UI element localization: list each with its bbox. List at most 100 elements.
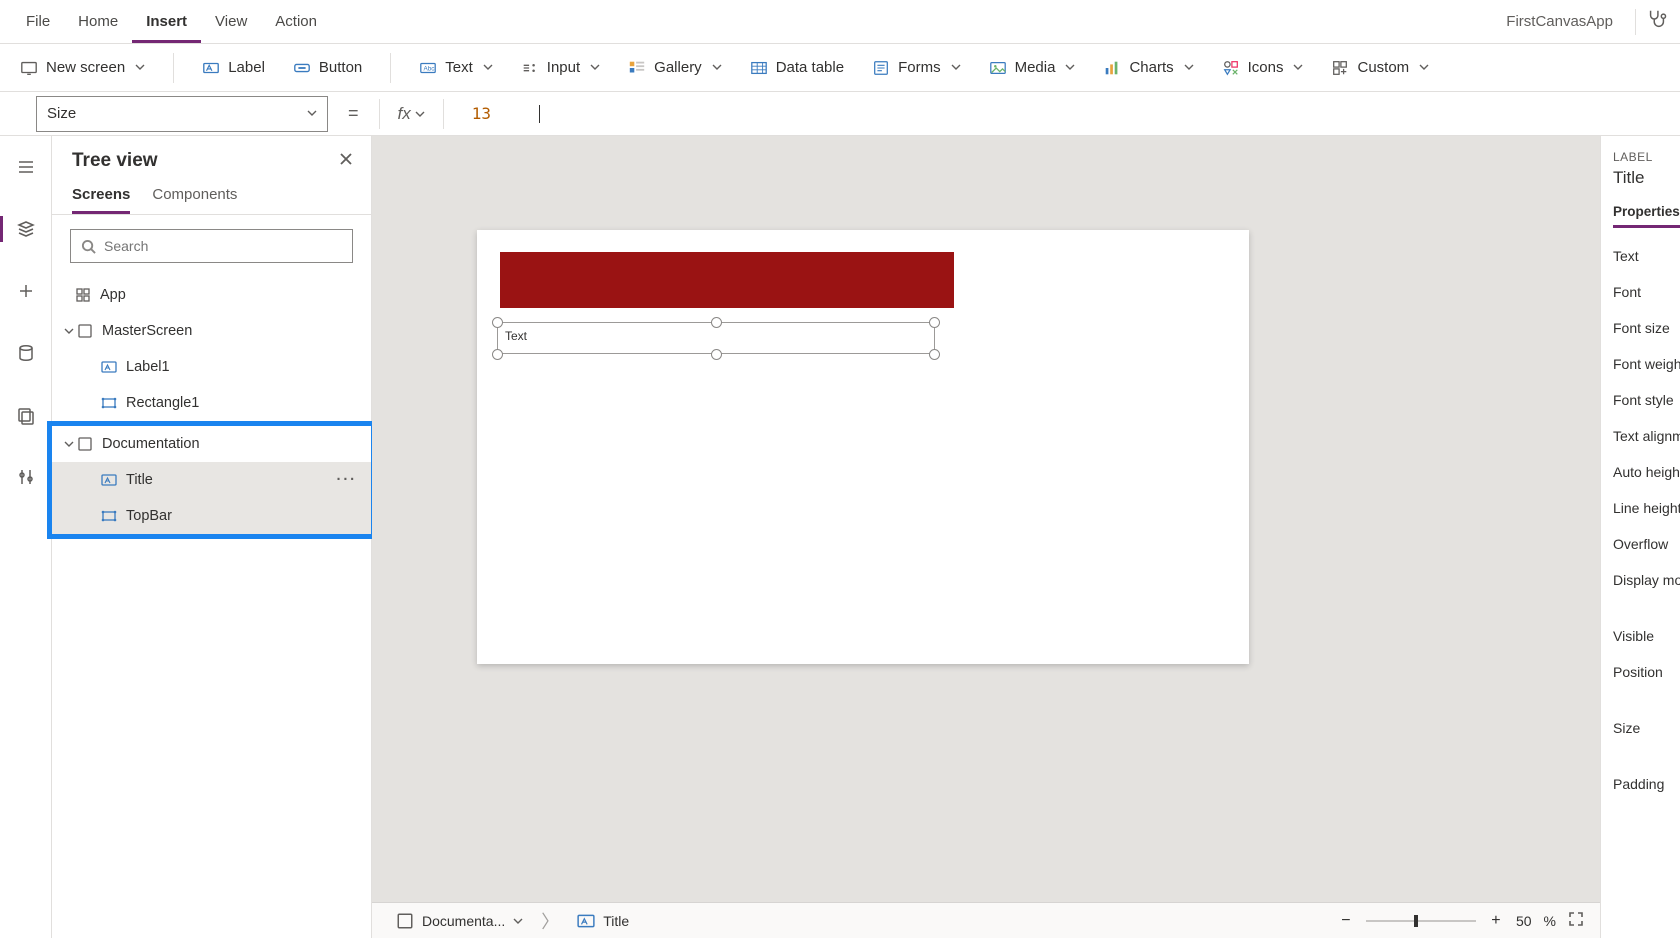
svg-text:Abc: Abc (424, 65, 435, 72)
property-row[interactable]: Font (1613, 284, 1680, 300)
insert-gallery-menu[interactable]: Gallery (628, 59, 722, 77)
text-icon: Abc (419, 59, 437, 77)
tab-components[interactable]: Components (152, 186, 237, 214)
insert-input-menu[interactable]: Input (521, 59, 600, 77)
menu-home[interactable]: Home (64, 0, 132, 43)
chevron-down-icon (415, 104, 425, 124)
breadcrumb-control[interactable]: Title (569, 912, 637, 930)
ribbon: New screen Label Button Abc Text Input G… (0, 44, 1680, 92)
highlight-box: Documentation Title ··· TopBar (47, 421, 376, 539)
tree-node-label1[interactable]: Label1 (52, 349, 371, 385)
property-row[interactable]: Position (1613, 664, 1680, 680)
insert-label-text: Label (228, 59, 265, 76)
tab-screens[interactable]: Screens (72, 186, 130, 214)
zoom-in-button[interactable]: + (1488, 912, 1504, 930)
formula-bar: Size = fx 13 (0, 92, 1680, 136)
rail-hamburger[interactable] (6, 150, 46, 184)
chevron-down-icon[interactable] (62, 326, 76, 336)
property-selector[interactable]: Size (36, 96, 328, 132)
chevron-down-icon (1419, 59, 1429, 76)
zoom-out-button[interactable]: − (1338, 912, 1354, 930)
canvas-stage[interactable]: Text (372, 136, 1600, 902)
insert-forms-menu[interactable]: Forms (872, 59, 961, 77)
tree-view-title: Tree view (72, 150, 158, 172)
app-name: FirstCanvasApp (1506, 13, 1625, 30)
property-row[interactable]: Text alignme (1613, 428, 1680, 444)
tree-node-title[interactable]: Title ··· (52, 462, 371, 498)
breadcrumb-screen[interactable]: Documenta... (388, 912, 531, 930)
property-row[interactable]: Display mod (1613, 572, 1680, 588)
property-row[interactable]: Visible (1613, 628, 1680, 644)
chevron-down-icon (1184, 59, 1194, 76)
menu-file[interactable]: File (12, 0, 64, 43)
tree-node-topbar[interactable]: TopBar (52, 498, 371, 534)
insert-icons-menu[interactable]: Icons (1222, 59, 1304, 77)
close-icon[interactable] (339, 152, 353, 171)
property-row[interactable]: Text (1613, 248, 1680, 264)
property-row[interactable]: Font style (1613, 392, 1680, 408)
chevron-down-icon (951, 59, 961, 76)
resize-handle[interactable] (929, 317, 940, 328)
insert-button-button[interactable]: Button (293, 59, 362, 77)
zoom-slider[interactable] (1366, 920, 1476, 922)
property-row[interactable]: Line height (1613, 500, 1680, 516)
properties-pane: LABEL Title Properties TextFontFont size… (1600, 136, 1680, 938)
property-selector-value: Size (47, 105, 76, 122)
fit-to-window-icon[interactable] (1568, 911, 1584, 930)
property-row[interactable]: Font size (1613, 320, 1680, 336)
label-icon (100, 471, 118, 489)
resize-handle[interactable] (492, 317, 503, 328)
rail-advanced[interactable] (6, 460, 46, 494)
menu-bar: File Home Insert View Action FirstCanvas… (0, 0, 1680, 44)
insert-charts-menu[interactable]: Charts (1103, 59, 1193, 77)
menu-action[interactable]: Action (261, 0, 331, 43)
insert-datatable-button[interactable]: Data table (750, 59, 844, 77)
resize-handle[interactable] (492, 349, 503, 360)
fx-icon: fx (398, 104, 411, 124)
property-row[interactable]: Font weight (1613, 356, 1680, 372)
chevron-down-icon[interactable] (62, 439, 76, 449)
tree-search-input[interactable] (104, 238, 342, 254)
property-row[interactable]: Size (1613, 720, 1680, 736)
menu-insert[interactable]: Insert (132, 0, 201, 43)
tree: App MasterScreen Label1 Rectangle1 Docu (52, 277, 371, 539)
fx-button[interactable]: fx (394, 104, 429, 124)
input-icon (521, 59, 539, 77)
insert-media-label: Media (1015, 59, 1056, 76)
resize-handle[interactable] (711, 317, 722, 328)
screen-icon (20, 59, 38, 77)
rail-media[interactable] (6, 398, 46, 432)
insert-custom-menu[interactable]: Custom (1331, 59, 1429, 77)
tree-node-masterscreen[interactable]: MasterScreen (52, 313, 371, 349)
insert-media-menu[interactable]: Media (989, 59, 1076, 77)
rail-insert[interactable] (6, 274, 46, 308)
zoom-thumb[interactable] (1414, 915, 1418, 927)
tree-search[interactable] (70, 229, 353, 263)
formula-input[interactable]: 13 (458, 104, 491, 123)
insert-text-menu[interactable]: Abc Text (419, 59, 493, 77)
chevron-down-icon (1293, 59, 1303, 76)
insert-label-button[interactable]: Label (202, 59, 265, 77)
tree-node-rectangle1[interactable]: Rectangle1 (52, 385, 371, 421)
more-icon[interactable]: ··· (337, 472, 358, 488)
menu-view[interactable]: View (201, 0, 261, 43)
button-icon (293, 59, 311, 77)
rail-treeview[interactable] (6, 212, 46, 246)
property-row[interactable]: Auto height (1613, 464, 1680, 480)
artboard[interactable]: Text (477, 230, 1249, 664)
tab-properties[interactable]: Properties (1613, 204, 1680, 228)
tree-node-documentation[interactable]: Documentation (52, 426, 371, 462)
control-topbar[interactable] (500, 252, 954, 308)
property-row[interactable]: Padding (1613, 776, 1680, 792)
tree-node-app[interactable]: App (52, 277, 371, 313)
insert-charts-label: Charts (1129, 59, 1173, 76)
new-screen-button[interactable]: New screen (20, 59, 145, 77)
rectangle-icon (100, 394, 118, 412)
property-row[interactable]: Overflow (1613, 536, 1680, 552)
tree-label: Rectangle1 (126, 395, 357, 411)
app-checker-icon[interactable] (1646, 8, 1668, 35)
control-kind: LABEL (1613, 150, 1680, 164)
rail-data[interactable] (6, 336, 46, 370)
resize-handle[interactable] (929, 349, 940, 360)
resize-handle[interactable] (711, 349, 722, 360)
